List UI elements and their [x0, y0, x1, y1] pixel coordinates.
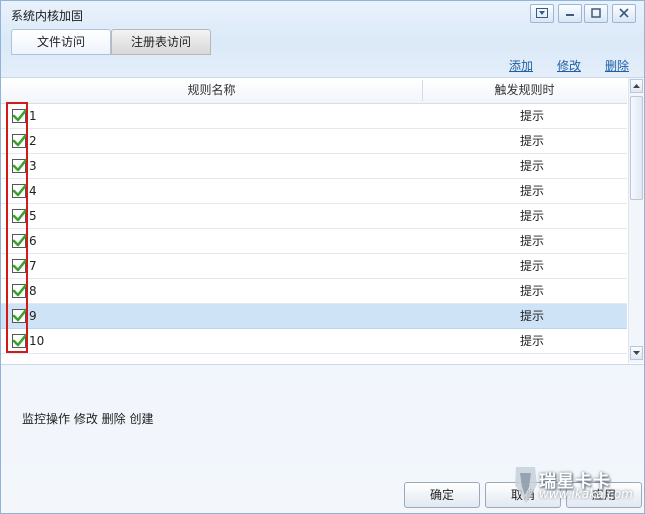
delete-rule-link[interactable]: 删除 — [605, 57, 629, 74]
rule-name-cell: 2 — [29, 134, 37, 148]
table-row[interactable]: 2 提示 — [1, 129, 627, 154]
column-header-trigger[interactable]: 触发规则时 — [422, 78, 627, 103]
rule-name-cell: 8 — [29, 284, 37, 298]
trigger-action-cell: 提示 — [519, 284, 544, 298]
minimize-icon — [566, 14, 574, 16]
rule-name-cell: 6 — [29, 234, 37, 248]
table-row[interactable]: 8 提示 — [1, 279, 627, 304]
rule-name-cell: 3 — [29, 159, 37, 173]
title-bar: 系统内核加固 — [1, 1, 644, 27]
maximize-button[interactable] — [584, 4, 608, 23]
rules-table: 规则名称 触发规则时 1 提示 2 提示 3 提示 4 提示 5 提示 6 提示 7 提示 8 提示 9 提示 10… — [1, 77, 644, 365]
tab-registry-access[interactable]: 注册表访问 — [111, 29, 211, 55]
rule-name-cell: 10 — [29, 334, 45, 348]
rule-name-cell: 9 — [29, 309, 37, 323]
column-header-rule-name[interactable]: 规则名称 — [1, 78, 422, 103]
tab-file-access[interactable]: 文件访问 — [11, 29, 111, 55]
trigger-action-cell: 提示 — [519, 334, 544, 348]
watermark: 瑞星卡卡 www.ikaka.com — [511, 461, 644, 509]
table-row[interactable]: 3 提示 — [1, 154, 627, 179]
rule-name-cell: 4 — [29, 184, 37, 198]
close-icon — [619, 8, 629, 18]
scroll-down-icon — [633, 351, 640, 355]
rule-name-cell: 5 — [29, 209, 37, 223]
rule-name-cell: 7 — [29, 259, 37, 273]
trigger-action-cell: 提示 — [519, 184, 544, 198]
minimize-button[interactable] — [558, 4, 582, 23]
add-rule-link[interactable]: 添加 — [509, 57, 533, 74]
table-row[interactable]: 6 提示 — [1, 229, 627, 254]
table-row[interactable]: 9 提示 — [1, 304, 627, 329]
table-row[interactable]: 1 提示 — [1, 104, 627, 129]
table-row[interactable]: 5 提示 — [1, 204, 627, 229]
trigger-action-cell: 提示 — [519, 209, 544, 223]
edit-rule-link[interactable]: 修改 — [557, 57, 581, 74]
scroll-up-icon — [633, 84, 640, 88]
trigger-action-cell: 提示 — [519, 309, 544, 323]
trigger-action-cell: 提示 — [519, 234, 544, 248]
monitor-operations-text: 监控操作 修改 删除 创建 — [22, 412, 154, 426]
rule-name-cell: 1 — [29, 109, 37, 123]
window-title: 系统内核加固 — [11, 9, 84, 23]
table-row[interactable]: 7 提示 — [1, 254, 627, 279]
dropdown-icon — [536, 8, 548, 18]
trigger-action-cell: 提示 — [519, 134, 544, 148]
close-button[interactable] — [612, 4, 636, 23]
trigger-action-cell: 提示 — [519, 159, 544, 173]
scrollbar-thumb[interactable] — [630, 96, 643, 200]
vertical-scrollbar[interactable] — [628, 78, 644, 363]
maximize-icon — [591, 8, 601, 18]
checkbox-column-highlight — [6, 102, 28, 353]
ok-button[interactable]: 确定 — [404, 482, 480, 508]
scroll-down-button[interactable] — [630, 346, 643, 360]
trigger-action-cell: 提示 — [519, 109, 544, 123]
kernel-hardening-window: 系统内核加固 文件访问 注册表访问 添加 修改 删除 规则名称 触发规则时 1 提… — [0, 0, 645, 514]
watermark-url: www.ikaka.com — [539, 487, 633, 501]
dropdown-menu-button[interactable] — [530, 4, 554, 23]
table-row[interactable]: 10 提示 — [1, 329, 627, 354]
table-row[interactable]: 4 提示 — [1, 179, 627, 204]
table-header: 规则名称 触发规则时 — [1, 78, 627, 104]
ikaka-logo-icon — [515, 467, 537, 503]
scroll-up-button[interactable] — [630, 79, 643, 93]
trigger-action-cell: 提示 — [519, 259, 544, 273]
